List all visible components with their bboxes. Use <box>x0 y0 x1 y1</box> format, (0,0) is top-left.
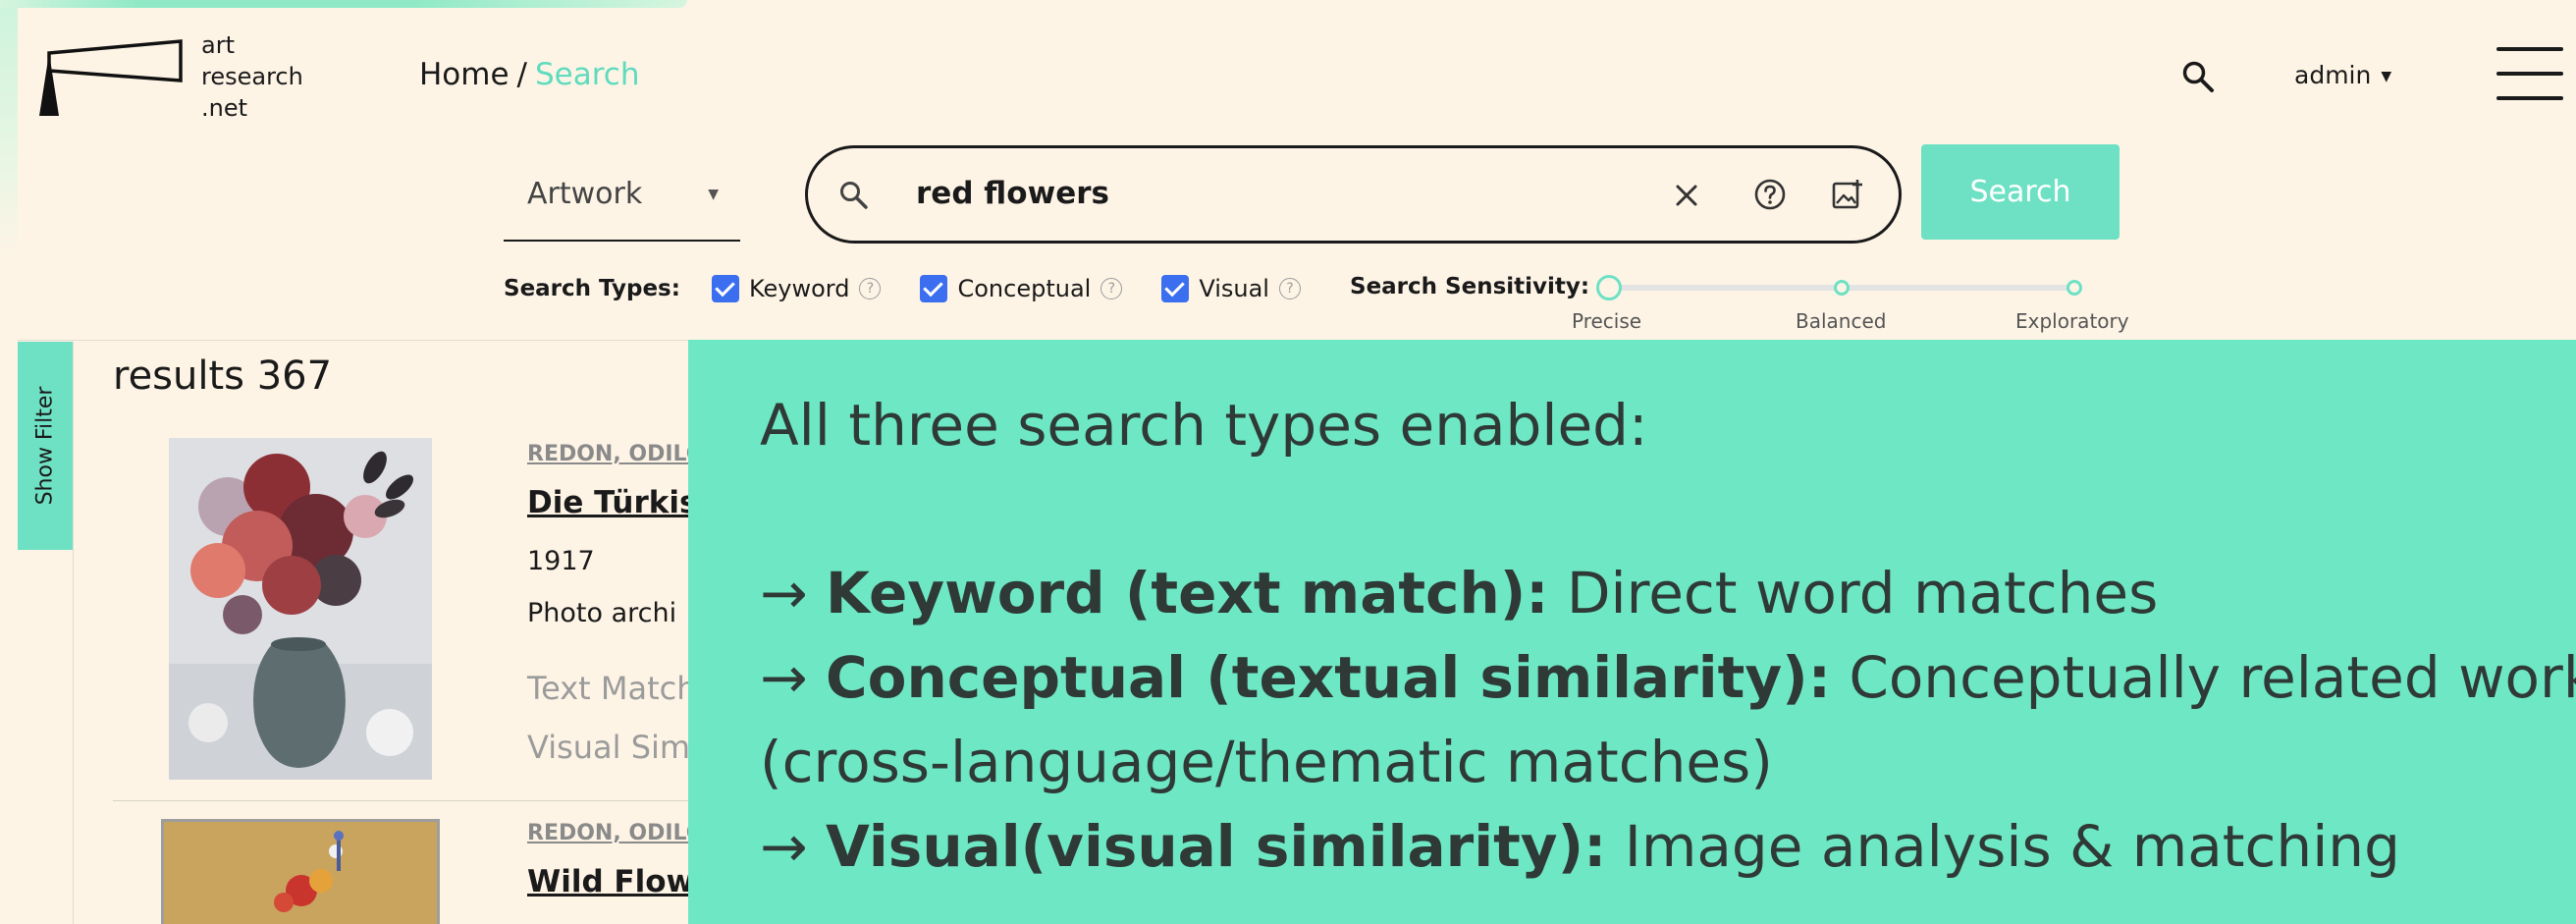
search-button[interactable]: Search <box>1921 144 2120 240</box>
info-callout-overlay: All three search types enabled: → Keywor… <box>688 340 2576 924</box>
callout-term: Keyword (text match): <box>826 560 1549 626</box>
image-search-icon[interactable] <box>1831 178 1864 211</box>
sensitivity-slider-handle[interactable] <box>1596 275 1622 300</box>
arrow-right-icon: → <box>760 560 808 626</box>
callout-term: Visual(visual similarity): <box>826 813 1607 880</box>
arrow-right-icon: → <box>760 813 808 880</box>
callout-line-visual: → Visual(visual similarity): Image analy… <box>760 804 2400 889</box>
search-type-value: Artwork <box>527 177 643 211</box>
keyword-checkbox[interactable]: Keyword ? <box>711 275 882 302</box>
breadcrumb: Home / Search <box>419 57 640 92</box>
breadcrumb-separator: / <box>516 57 527 92</box>
user-name: admin <box>2294 61 2372 89</box>
checkbox-label: Keyword <box>748 275 850 302</box>
logo-wordmark: art research .net <box>201 31 303 122</box>
visual-checkbox[interactable]: Visual ? <box>1161 275 1301 302</box>
checkbox-checked-icon <box>711 275 739 302</box>
megaphone-logo-icon <box>39 39 183 116</box>
clear-icon[interactable] <box>1672 181 1701 210</box>
checkbox-label: Visual <box>1199 275 1269 302</box>
hamburger-line <box>2496 96 2563 100</box>
show-filter-label: Show Filter <box>32 386 58 506</box>
slider-label-exploratory: Exploratory <box>2015 309 2129 333</box>
help-icon[interactable]: ? <box>1278 278 1301 299</box>
breadcrumb-current: Search <box>535 57 640 92</box>
result-artist-link[interactable]: REDON, ODILO <box>527 442 704 466</box>
search-icon <box>840 182 868 209</box>
slider-step-exploratory[interactable] <box>2066 280 2082 296</box>
slider-label-precise: Precise <box>1572 309 1642 333</box>
slider-label-balanced: Balanced <box>1796 309 1887 333</box>
callout-line-conceptual: → Conceptual (textual similarity): Conce… <box>760 635 2576 720</box>
callout-intro: All three search types enabled: <box>760 392 1648 459</box>
result-title-link[interactable]: Wild Flow <box>527 864 694 899</box>
checkbox-checked-icon <box>1161 275 1190 302</box>
results-count: results 367 <box>113 353 333 399</box>
decorative-gradient-left <box>0 0 18 255</box>
callout-desc: Conceptually related works <box>1849 644 2576 711</box>
sensitivity-label: Search Sensitivity: <box>1350 274 1590 299</box>
result-year: 1917 <box>527 546 595 576</box>
wild-flowers-painting-image <box>164 822 437 924</box>
help-icon[interactable] <box>1753 178 1787 211</box>
arrow-right-icon: → <box>760 644 808 711</box>
result-thumbnail[interactable] <box>169 438 432 780</box>
callout-line-keyword: → Keyword (text match): Direct word matc… <box>760 551 2158 635</box>
hamburger-menu-button[interactable] <box>2496 47 2563 104</box>
sidebar-divider <box>73 342 74 924</box>
chevron-down-icon: ▼ <box>2381 69 2392 84</box>
result-title-link[interactable]: Die Türkis <box>527 485 697 520</box>
hamburger-line <box>2496 72 2563 76</box>
slider-step-balanced[interactable] <box>1834 280 1850 296</box>
result-visual-similarity: Visual Sim <box>527 729 691 766</box>
callout-continuation: (cross-language/thematic matches) <box>760 729 1773 795</box>
callout-desc: Image analysis & matching <box>1624 813 2400 880</box>
search-type-select[interactable]: Artwork ▼ <box>504 165 740 242</box>
show-filter-tab[interactable]: Show Filter <box>18 342 73 550</box>
search-bar: red flowers <box>805 145 1902 244</box>
result-divider <box>113 800 702 801</box>
user-menu-button[interactable]: admin ▼ <box>2294 61 2391 89</box>
chevron-down-icon: ▼ <box>708 187 719 202</box>
conceptual-checkbox[interactable]: Conceptual ? <box>920 275 1123 302</box>
result-artist-link[interactable]: REDON, ODILO <box>527 821 704 845</box>
hamburger-line <box>2496 47 2563 51</box>
decorative-gradient-top <box>0 0 687 8</box>
search-types-label: Search Types: <box>504 276 680 301</box>
flower-vase-painting-image <box>169 438 432 780</box>
help-icon[interactable]: ? <box>1100 278 1123 299</box>
checkbox-checked-icon <box>920 275 948 302</box>
breadcrumb-home-link[interactable]: Home <box>419 57 510 92</box>
result-source: Photo archi <box>527 598 677 628</box>
callout-desc: Direct word matches <box>1566 560 2159 626</box>
search-types-row: Search Types: Keyword ? Conceptual ? Vis… <box>504 271 1340 306</box>
site-logo[interactable]: art research .net <box>35 29 330 128</box>
result-text-match: Text Match <box>527 670 697 707</box>
help-icon[interactable]: ? <box>859 278 882 299</box>
header-search-icon[interactable] <box>2180 59 2216 94</box>
search-input[interactable]: red flowers <box>916 176 1109 211</box>
checkbox-label: Conceptual <box>957 275 1092 302</box>
result-thumbnail[interactable] <box>161 819 440 924</box>
callout-term: Conceptual (textual similarity): <box>826 644 1831 711</box>
